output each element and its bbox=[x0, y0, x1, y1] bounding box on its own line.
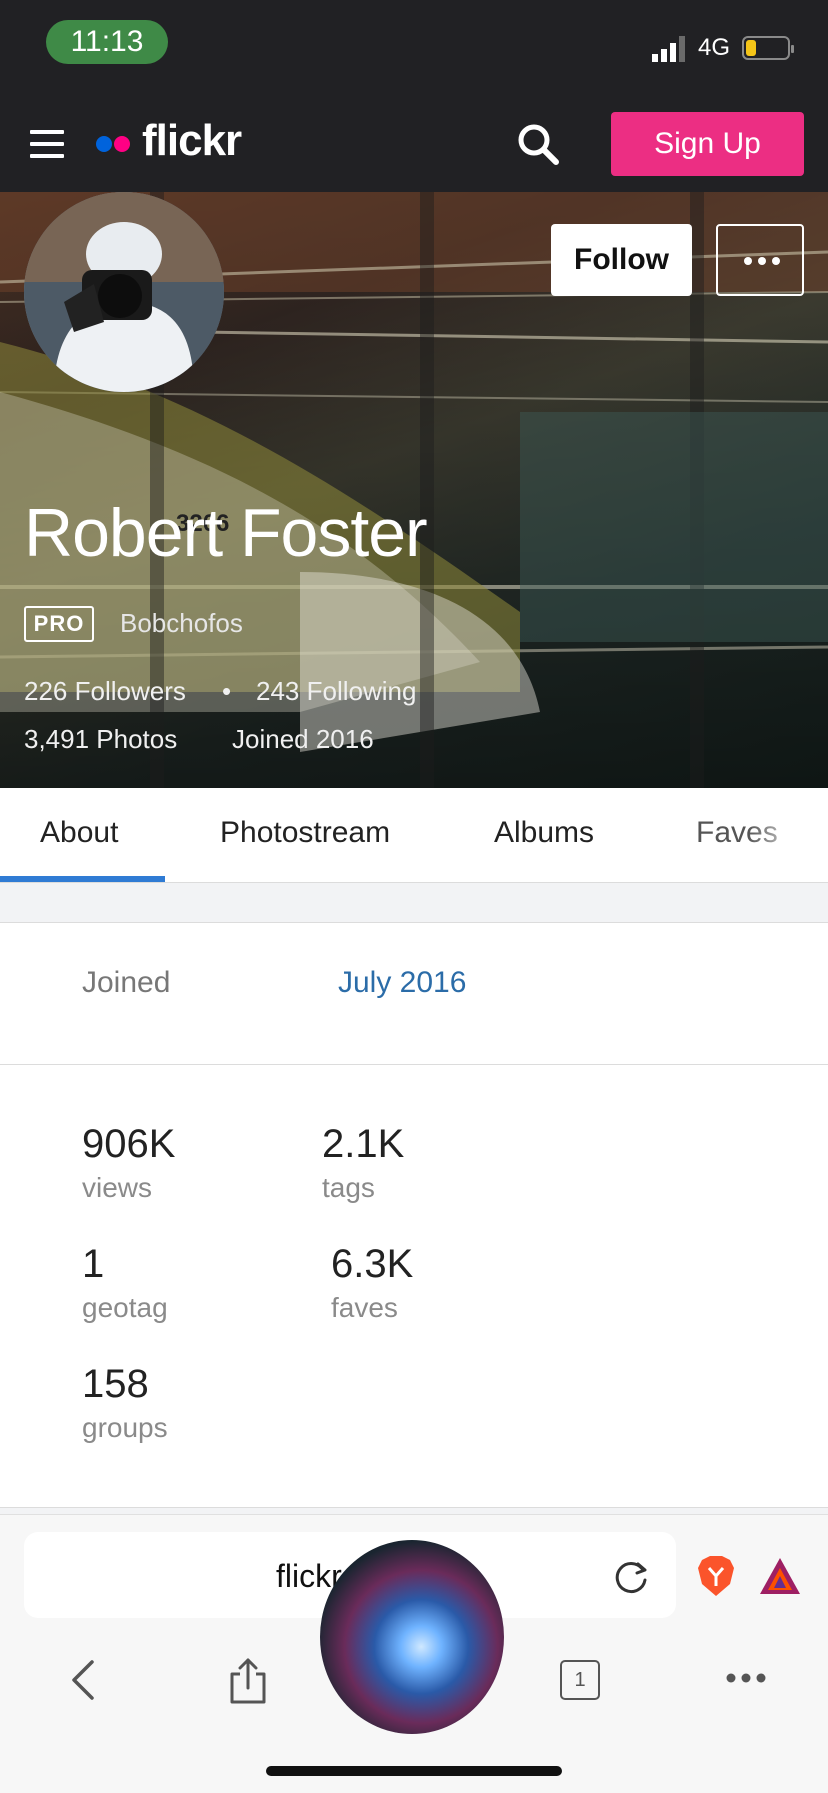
status-time: 11:13 bbox=[46, 20, 168, 64]
stat-groups-label: groups bbox=[82, 1412, 168, 1443]
logo-dot-pink bbox=[114, 136, 130, 152]
stat-groups-value: 158 bbox=[82, 1362, 149, 1406]
bat-rewards-icon[interactable] bbox=[758, 1556, 802, 1596]
stat-faves-label: faves bbox=[331, 1292, 398, 1323]
stat-views-label: views bbox=[82, 1172, 153, 1203]
more-options-button[interactable] bbox=[716, 224, 804, 296]
stat-geotag-value: 1 bbox=[82, 1242, 105, 1286]
stat-tags-label: tags bbox=[322, 1172, 375, 1203]
share-icon[interactable] bbox=[228, 1656, 268, 1706]
avatar-photographer-image bbox=[24, 192, 224, 392]
stat-tags-value: 2.1K bbox=[322, 1122, 405, 1166]
follow-button[interactable]: Follow bbox=[551, 224, 692, 296]
followers-link[interactable]: 226 Followers bbox=[24, 676, 186, 707]
joined-date: July 2016 bbox=[338, 966, 467, 999]
home-indicator[interactable] bbox=[266, 1766, 562, 1776]
tabs-icon[interactable]: 1 bbox=[560, 1660, 600, 1700]
more-dots-icon bbox=[744, 257, 752, 265]
flickr-logo-dots bbox=[96, 136, 136, 152]
photos-count: 3,491 Photos bbox=[24, 724, 178, 754]
network-type: 4G bbox=[698, 34, 731, 61]
battery-cap bbox=[791, 45, 794, 53]
sign-up-button[interactable]: Sign Up bbox=[611, 112, 804, 176]
tab-photostream[interactable]: Photostream bbox=[220, 816, 390, 850]
stat-geotag-label: geotag bbox=[82, 1292, 168, 1323]
pro-badge: PRO bbox=[24, 606, 94, 642]
profile-name: Robert Foster bbox=[24, 495, 428, 571]
siri-orb-icon bbox=[320, 1540, 504, 1734]
hamburger-menu-icon[interactable] bbox=[30, 130, 64, 158]
tab-count: 1 bbox=[560, 1660, 600, 1700]
tabs-fade bbox=[748, 788, 828, 880]
signal-icon bbox=[652, 36, 685, 62]
tab-about[interactable]: About bbox=[40, 816, 118, 850]
battery-icon bbox=[742, 36, 794, 60]
stat-views-value: 906K bbox=[82, 1122, 176, 1166]
joined-year: Joined 2016 bbox=[232, 724, 374, 754]
more-menu-icon[interactable] bbox=[726, 1672, 766, 1684]
joined-label: Joined bbox=[82, 966, 171, 999]
reload-icon[interactable] bbox=[612, 1558, 650, 1596]
flickr-logo[interactable]: flickr bbox=[142, 116, 242, 166]
stats-separator: • bbox=[222, 676, 232, 706]
active-tab-indicator bbox=[0, 876, 165, 882]
back-icon[interactable] bbox=[68, 1658, 98, 1702]
avatar bbox=[24, 192, 224, 392]
search-icon[interactable] bbox=[516, 122, 560, 166]
about-divider bbox=[0, 1064, 828, 1065]
stat-faves-value: 6.3K bbox=[331, 1242, 414, 1286]
profile-username: Bobchofos bbox=[120, 608, 243, 638]
profile-tabs: About Photostream Albums Faves bbox=[0, 788, 828, 883]
tab-albums[interactable]: Albums bbox=[494, 816, 594, 850]
brave-shield-icon[interactable] bbox=[696, 1554, 736, 1598]
battery-level bbox=[746, 40, 756, 56]
logo-dot-blue bbox=[96, 136, 112, 152]
following-link[interactable]: 243 Following bbox=[256, 676, 416, 707]
